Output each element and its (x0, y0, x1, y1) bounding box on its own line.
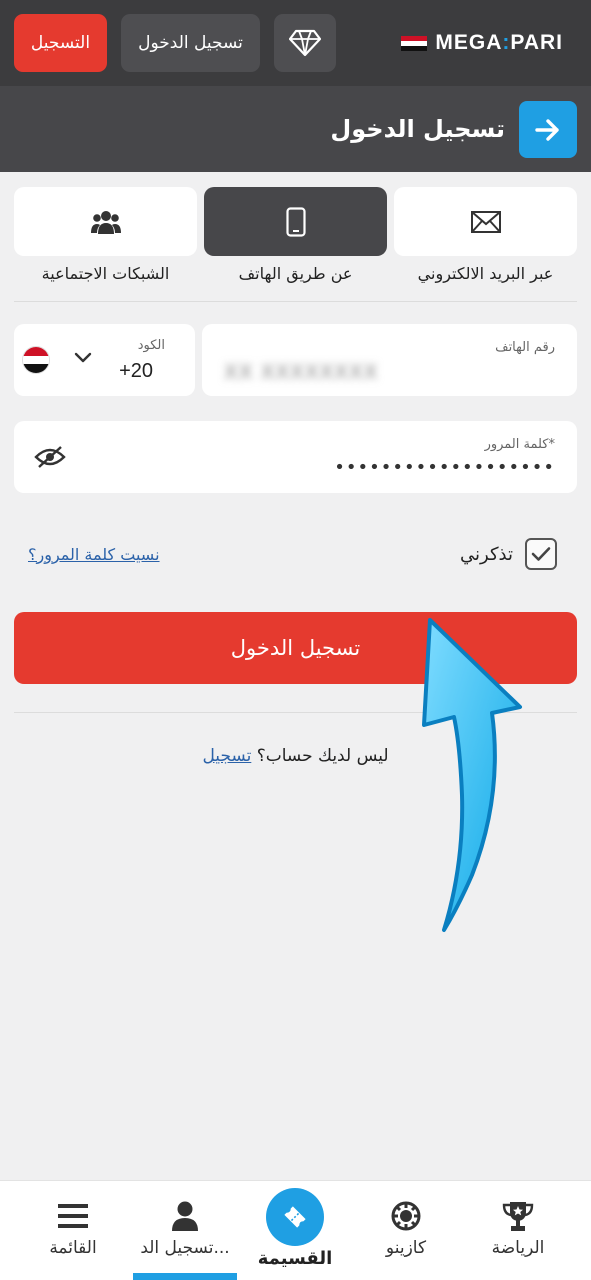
nav-coupon[interactable] (266, 1188, 324, 1246)
nav-sports[interactable]: الرياضة (459, 1180, 577, 1280)
tab-email[interactable] (394, 187, 577, 256)
pointer-arrow-overlay (422, 618, 522, 932)
chevron-down-icon (74, 352, 92, 363)
no-account-text: ليس لديك حساب؟ (256, 746, 389, 766)
tab-social-label: الشبكات الاجتماعية (41, 264, 170, 283)
check-icon (531, 547, 551, 561)
users-icon (90, 210, 121, 234)
user-icon (172, 1201, 198, 1231)
password-label: كلمة المرور* (484, 437, 555, 452)
tab-phone-label: عن طريق الهاتف (238, 264, 353, 283)
password-value: ••••••••••••••••••• (334, 457, 555, 478)
nav-casino[interactable]: كازينو (347, 1180, 465, 1280)
nav-casino-label: كازينو (385, 1238, 427, 1258)
diamond-icon (289, 29, 321, 57)
arrow-right-icon (535, 118, 559, 141)
envelope-icon (470, 210, 501, 233)
divider (14, 301, 577, 302)
tab-social[interactable] (14, 187, 197, 256)
egypt-flag-icon (22, 346, 50, 374)
eye-off-icon[interactable] (34, 445, 66, 469)
register-button[interactable]: التسجيل (14, 14, 107, 72)
ticket-icon (284, 1206, 306, 1228)
bonus-button[interactable] (274, 14, 336, 72)
tab-email-label: عبر البريد الالكتروني (417, 264, 554, 283)
egypt-flag-icon (401, 35, 428, 51)
remember-label: تذكرني (460, 544, 513, 565)
login-header-button[interactable]: تسجيل الدخول (121, 14, 260, 72)
menu-icon (58, 1204, 88, 1228)
trophy-icon (502, 1202, 534, 1231)
page-title: تسجيل الدخول (330, 115, 505, 143)
active-nav-indicator (133, 1273, 237, 1280)
nav-menu[interactable]: القائمة (14, 1180, 132, 1280)
forgot-password-link[interactable]: نسيت كلمة المرور؟ (28, 545, 160, 564)
register-link[interactable]: تسجيل (202, 746, 251, 766)
casino-chip-icon (391, 1201, 421, 1231)
brand-text: MEGA:PARI (435, 31, 563, 54)
code-label: الكود (137, 338, 165, 353)
back-button[interactable] (519, 101, 577, 158)
brand-logo[interactable]: MEGA:PARI (401, 28, 563, 58)
phone-field[interactable]: رقم الهاتف XX XXXXXXXX (202, 324, 577, 396)
nav-menu-label: القائمة (49, 1238, 97, 1258)
nav-sports-label: الرياضة (491, 1238, 545, 1258)
nav-login[interactable]: تسجيل الد... (126, 1180, 244, 1280)
phone-value: XX XXXXXXXX (224, 360, 379, 384)
title-bar: تسجيل الدخول (0, 86, 591, 172)
code-value: +20 (119, 360, 153, 382)
nav-coupon-label: القسيمة (257, 1248, 333, 1269)
remember-checkbox[interactable] (525, 538, 557, 570)
tab-phone[interactable] (204, 187, 387, 256)
nav-login-label: تسجيل الد... (140, 1238, 230, 1258)
password-field[interactable]: كلمة المرور* ••••••••••••••••••• (14, 421, 577, 493)
phone-icon (285, 206, 306, 237)
phone-label: رقم الهاتف (495, 340, 555, 355)
